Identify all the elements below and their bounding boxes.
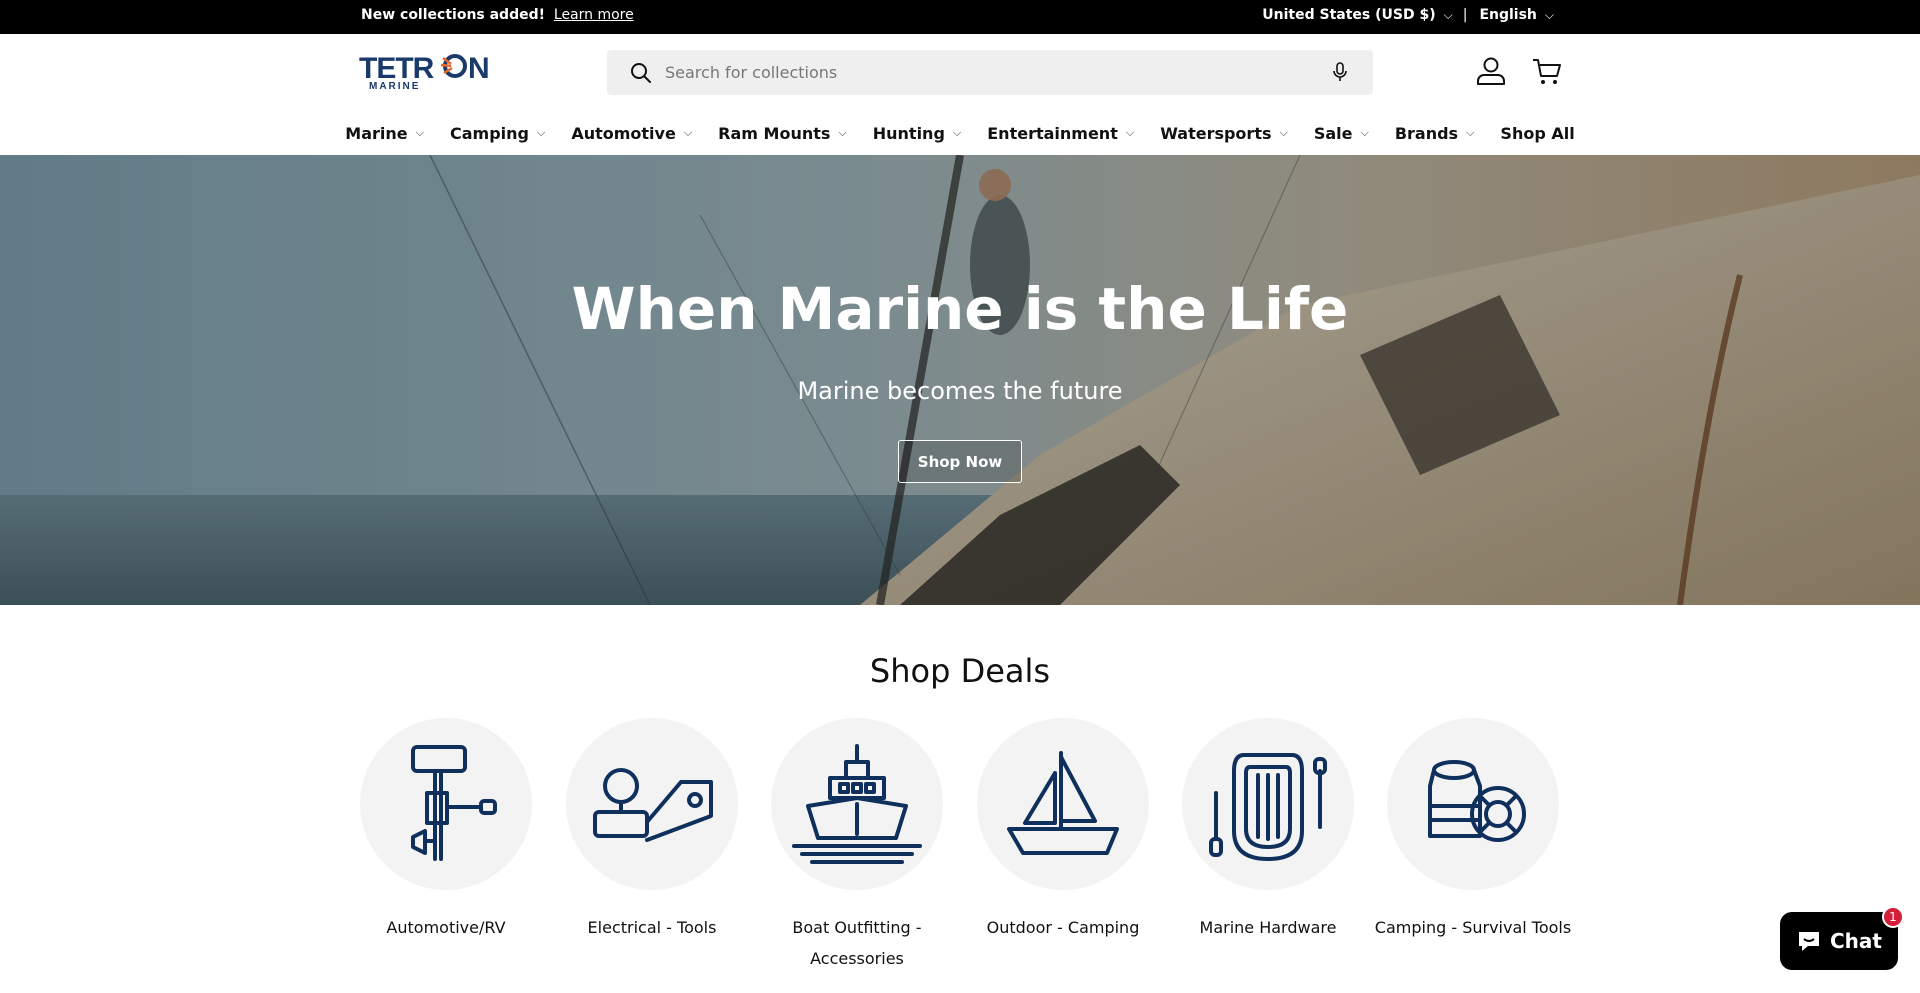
hero-subtitle: Marine becomes the future <box>797 377 1123 405</box>
nav-item-watersports[interactable]: Watersports ⌵ <box>1147 118 1301 148</box>
category-label[interactable]: Marine Hardware <box>1165 912 1371 943</box>
outboard-motor-icon <box>411 745 497 861</box>
category-label[interactable]: Outdoor - Camping <box>960 912 1166 943</box>
shop-now-button[interactable]: Shop Now <box>898 440 1022 483</box>
site-header: TETR N MARINE Search for collections Mar… <box>0 34 1920 154</box>
nav-item-marine[interactable]: Marine ⌵ <box>332 118 437 148</box>
announcement-text: New collections added! <box>361 7 546 23</box>
hero-title: When Marine is the Life <box>571 275 1349 343</box>
tetron-marine-logo[interactable]: TETR N MARINE <box>359 52 511 90</box>
category-label[interactable]: Automotive/RV <box>343 912 549 943</box>
inflatable-boat-icon <box>1209 753 1327 861</box>
learn-more-link[interactable]: Learn more <box>554 7 634 23</box>
shop-deals-heading: Shop Deals <box>869 652 1051 690</box>
chat-label: Chat <box>1830 929 1882 953</box>
category-image[interactable] <box>1182 718 1354 890</box>
nav-item-label: Shop All <box>1500 123 1575 143</box>
category-image[interactable] <box>360 718 532 890</box>
nav-item-shop-all[interactable]: Shop All <box>1487 118 1587 148</box>
nav-item-label: Marine <box>345 123 408 143</box>
category-image[interactable] <box>771 718 943 890</box>
chevron-down-icon[interactable]: ⌵ <box>1545 8 1554 23</box>
chevron-down-icon: ⌵ <box>952 126 962 139</box>
search-icon[interactable] <box>629 61 653 85</box>
category-image[interactable] <box>566 718 738 890</box>
nav-item-camping[interactable]: Camping ⌵ <box>437 118 558 148</box>
locale-selectors: United States (USD $) ⌵ | English ⌵ <box>1262 7 1564 23</box>
nav-item-label: Hunting <box>872 123 945 143</box>
chevron-down-icon: ⌵ <box>1360 126 1369 139</box>
chevron-down-icon: ⌵ <box>1125 126 1135 139</box>
category-label[interactable]: Camping - Survival Tools <box>1370 912 1576 943</box>
nav-item-label: Watersports <box>1160 123 1272 143</box>
nav-item-label: Ram Mounts <box>718 123 831 143</box>
category-image[interactable] <box>977 718 1149 890</box>
nav-item-brands[interactable]: Brands ⌵ <box>1382 118 1488 148</box>
nav-item-automotive[interactable]: Automotive ⌵ <box>558 118 705 148</box>
hero-banner: When Marine is the Life Marine becomes t… <box>0 155 1920 605</box>
life-ring-icon <box>1428 760 1526 842</box>
nav-item-label: Brands <box>1394 123 1459 143</box>
svg-text:N: N <box>468 52 490 85</box>
nav-item-label: Automotive <box>571 123 676 143</box>
chevron-down-icon: ⌵ <box>838 126 847 139</box>
search-input[interactable] <box>665 63 1305 82</box>
microphone-icon[interactable] <box>1329 61 1351 83</box>
chat-bubble-icon <box>1799 932 1819 951</box>
nav-item-label: Camping <box>449 123 529 143</box>
nav-item-label: Entertainment <box>987 123 1118 143</box>
sailboat-icon <box>1007 751 1119 855</box>
main-navigation: Marine ⌵ Camping ⌵ Automotive ⌵ Ram Mounts ⌵… <box>0 118 1920 154</box>
nav-item-hunting[interactable]: Hunting ⌵ <box>860 118 975 148</box>
category-boat-outfitting[interactable]: Boat Outfitting - Accessories <box>754 718 960 974</box>
nav-item-ram-mounts[interactable]: Ram Mounts ⌵ <box>705 118 860 148</box>
chevron-down-icon[interactable]: ⌵ <box>1444 8 1453 23</box>
chevron-down-icon: ⌵ <box>683 126 693 139</box>
cart-icon[interactable] <box>1530 54 1564 88</box>
chevron-down-icon: ⌵ <box>1279 126 1288 139</box>
category-label[interactable]: Electrical - Tools <box>549 912 755 943</box>
category-marine-hardware[interactable]: Marine Hardware <box>1165 718 1371 943</box>
chevron-down-icon: ⌵ <box>536 126 546 139</box>
ship-icon <box>792 744 922 864</box>
svg-text:MARINE: MARINE <box>369 81 420 90</box>
trailer-hitch-icon <box>593 768 713 842</box>
announcement-message: New collections added! Learn more <box>361 7 634 23</box>
country-selector[interactable]: United States (USD $) <box>1262 7 1435 23</box>
nav-item-entertainment[interactable]: Entertainment ⌵ <box>974 118 1147 148</box>
category-image[interactable] <box>1387 718 1559 890</box>
search-bar[interactable] <box>607 50 1373 95</box>
category-camping-survival[interactable]: Camping - Survival Tools <box>1370 718 1576 943</box>
category-label[interactable]: Boat Outfitting - Accessories <box>754 912 960 974</box>
chat-button[interactable]: Chat 1 <box>1780 906 1904 970</box>
chevron-down-icon: ⌵ <box>415 126 424 139</box>
category-automotive-rv[interactable]: Automotive/RV <box>343 718 549 943</box>
chat-badge: 1 <box>1882 906 1904 928</box>
category-electrical-tools[interactable]: Electrical - Tools <box>549 718 755 943</box>
category-outdoor-camping[interactable]: Outdoor - Camping <box>960 718 1166 943</box>
language-selector[interactable]: English <box>1479 7 1536 23</box>
nav-item-sale[interactable]: Sale ⌵ <box>1301 118 1382 148</box>
chevron-down-icon: ⌵ <box>1466 126 1475 139</box>
nav-item-label: Sale <box>1313 123 1353 143</box>
divider: | <box>1462 7 1468 23</box>
account-icon[interactable] <box>1474 54 1508 88</box>
announcement-bar: New collections added! Learn more United… <box>0 0 1920 34</box>
